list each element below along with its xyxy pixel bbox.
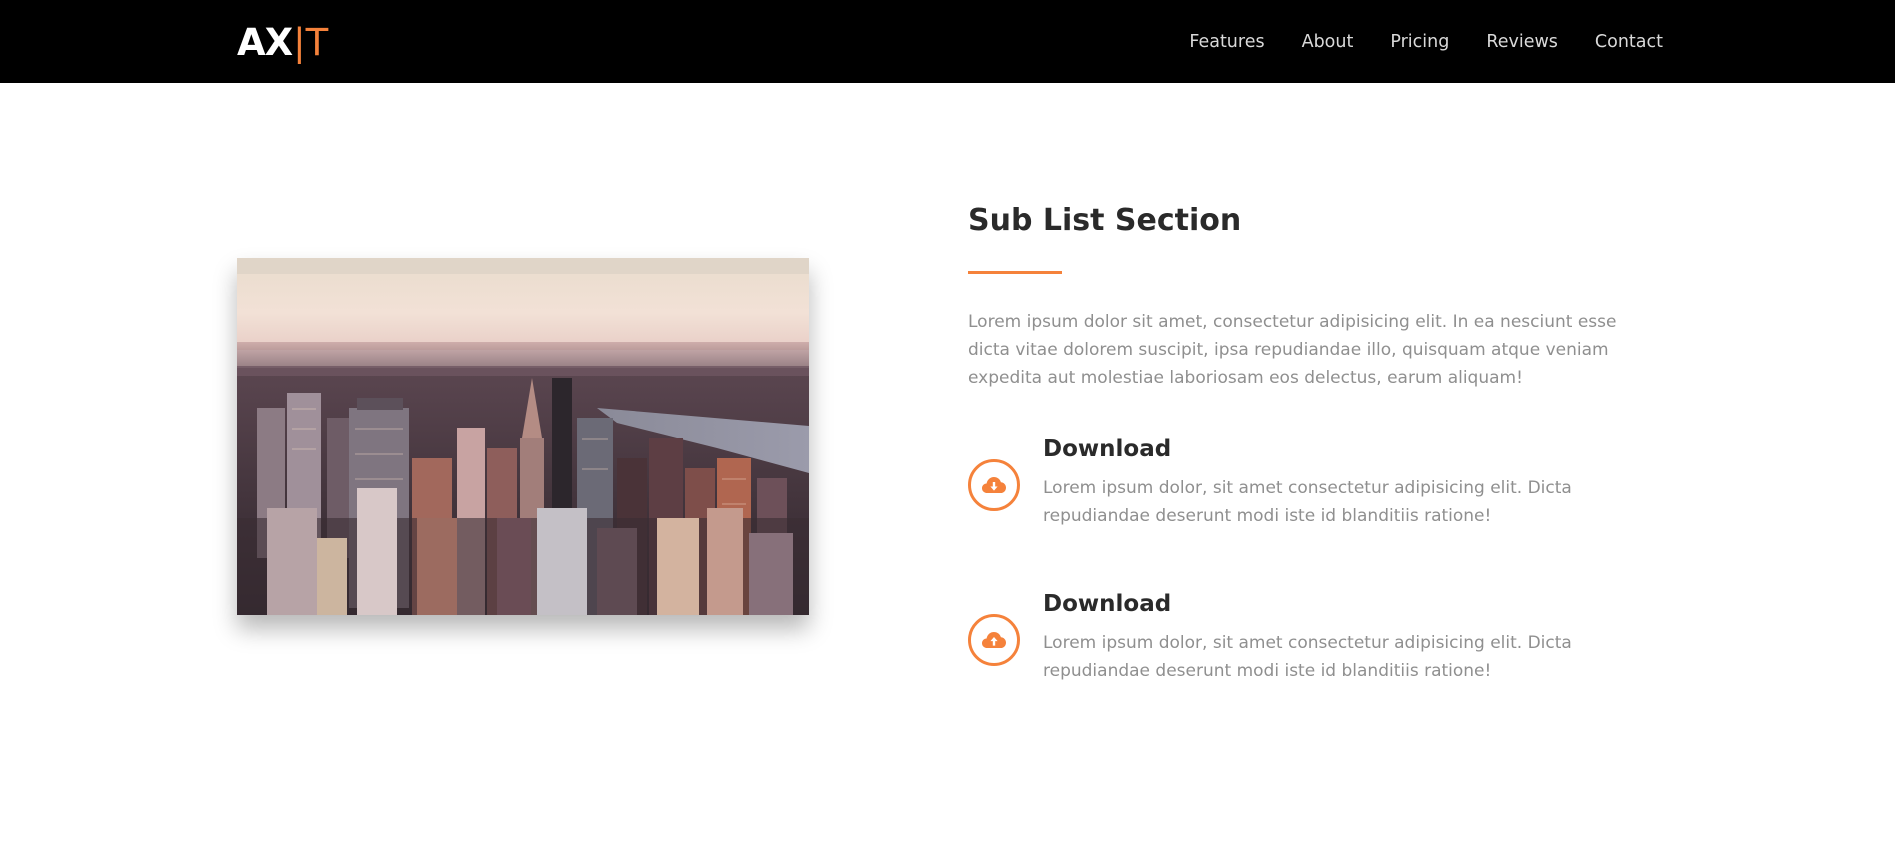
city-skyline-illustration [237,258,809,615]
navbar: AX | T Features About Pricing Reviews Cont… [0,0,1895,83]
feature-text: Lorem ipsum dolor, sit amet consectetur … [1043,478,1572,526]
cloud-download-icon-glyph [982,477,1006,493]
feature-text: Lorem ipsum dolor, sit amet consectetur … [1043,633,1572,681]
nav-link-contact[interactable]: Contact [1595,32,1663,52]
feature-title: Download [1043,591,1172,617]
feature-title: Download [1043,436,1172,462]
logo-separator: | [293,20,306,64]
section-intro: Lorem ipsum dolor sit amet, consectetur … [968,312,1617,388]
cloud-upload-icon [968,614,1020,666]
logo[interactable]: AX | T [237,20,329,64]
cloud-download-icon [968,459,1020,511]
nav-link-about[interactable]: About [1302,32,1354,52]
logo-accent-text: T [305,20,329,64]
city-skyline-image [237,258,809,615]
section-title: Sub List Section [968,203,1242,238]
cloud-upload-icon-glyph [982,632,1006,648]
title-underline [968,271,1062,274]
nav-link-pricing[interactable]: Pricing [1390,32,1449,52]
main-nav: Features About Pricing Reviews Contact [1152,0,1663,83]
nav-link-reviews[interactable]: Reviews [1486,32,1558,52]
nav-link-features[interactable]: Features [1189,32,1264,52]
logo-main-text: AX [237,20,293,64]
